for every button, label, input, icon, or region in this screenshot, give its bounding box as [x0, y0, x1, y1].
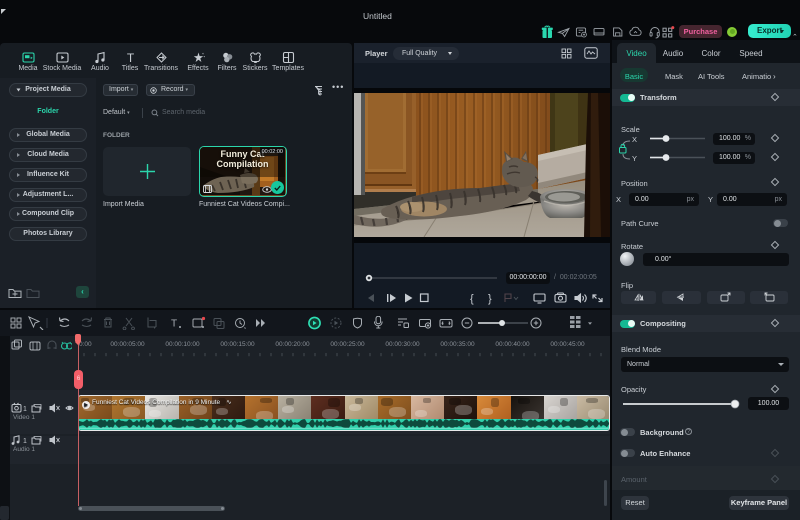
svg-text:T: T: [171, 319, 177, 330]
svg-text:{: {: [470, 293, 474, 305]
svg-text:1: 1: [23, 438, 27, 445]
svg-text:T: T: [126, 51, 134, 64]
svg-text:1: 1: [23, 406, 27, 413]
svg-text:}: }: [488, 293, 492, 305]
